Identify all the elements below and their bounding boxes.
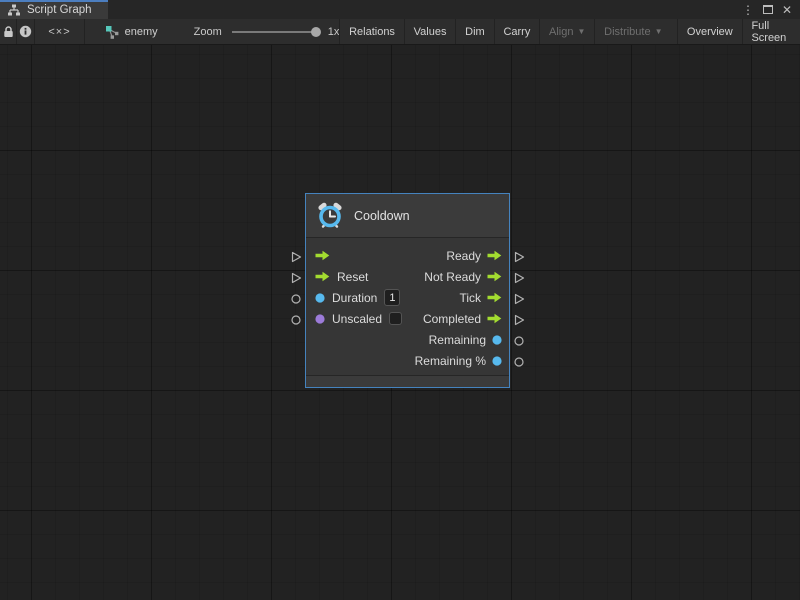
value-dot-icon (492, 356, 502, 366)
window-controls: ⋮ ✕ (742, 0, 800, 19)
graph-canvas[interactable]: Cooldown Ready Reset (0, 45, 800, 600)
port-duration[interactable]: Duration 1 (315, 289, 400, 306)
port-remaining[interactable]: Remaining (429, 333, 502, 347)
port-row: Remaining (306, 329, 509, 350)
ext-flow-port-enter[interactable] (290, 251, 302, 263)
node-body: Ready Reset Not Ready (306, 238, 509, 375)
graph-nodes-icon (105, 25, 119, 39)
port-tick[interactable]: Tick (459, 291, 502, 305)
port-label: Remaining (429, 333, 486, 347)
cooldown-node[interactable]: Cooldown Ready Reset (305, 193, 510, 388)
zoom-label: Zoom (194, 26, 222, 38)
port-completed[interactable]: Completed (423, 312, 502, 326)
flow-arrow-icon (315, 250, 330, 261)
port-enter[interactable] (315, 250, 337, 261)
port-label: Duration (332, 291, 377, 305)
port-row: Remaining % (306, 350, 509, 371)
alarm-clock-icon (315, 201, 345, 231)
port-unscaled[interactable]: Unscaled (315, 312, 402, 326)
chevron-down-icon: ▼ (578, 28, 586, 36)
button-label: Full Screen (751, 20, 791, 44)
port-label: Remaining % (415, 354, 486, 368)
ext-value-port-remaining-percent[interactable] (513, 356, 525, 368)
flow-arrow-icon (487, 271, 502, 282)
active-tab-accent (0, 0, 108, 2)
port-reset[interactable]: Reset (315, 270, 368, 284)
lock-button[interactable] (0, 19, 16, 44)
duration-input[interactable]: 1 (384, 289, 400, 306)
port-label: Ready (446, 249, 481, 263)
flow-arrow-icon (487, 250, 502, 261)
button-label: Carry (503, 26, 530, 38)
flow-arrow-icon (487, 292, 502, 303)
value-dot-icon (315, 314, 325, 324)
node-header[interactable]: Cooldown (306, 194, 509, 238)
port-row: Unscaled Completed (306, 308, 509, 329)
value-dot-icon (492, 335, 502, 345)
close-icon[interactable]: ✕ (782, 4, 792, 16)
port-label: Completed (423, 312, 481, 326)
button-label: Values (414, 26, 447, 38)
tab-bar: Script Graph ⋮ ✕ (0, 0, 800, 19)
values-button[interactable]: Values (405, 19, 456, 44)
ext-flow-port-ready[interactable] (513, 251, 525, 263)
port-row: Ready (306, 245, 509, 266)
port-label: Unscaled (332, 312, 382, 326)
breadcrumb-label: enemy (125, 26, 158, 38)
ext-value-port-remaining[interactable] (513, 335, 525, 347)
port-not-ready[interactable]: Not Ready (424, 270, 502, 284)
zoom-value: 1x (328, 26, 340, 38)
port-row: Reset Not Ready (306, 266, 509, 287)
port-label: Not Ready (424, 270, 481, 284)
zoom-slider[interactable] (232, 31, 316, 33)
tab-script-graph[interactable]: Script Graph (0, 0, 108, 19)
tab-title: Script Graph (27, 4, 92, 16)
zoom-control: Zoom 1x (194, 19, 340, 44)
button-label: Relations (349, 26, 395, 38)
info-icon (19, 25, 32, 38)
button-label: Overview (687, 26, 733, 38)
graph-icon (7, 3, 21, 17)
ext-flow-port-completed[interactable] (513, 314, 525, 326)
ext-flow-port-reset[interactable] (290, 272, 302, 284)
dim-button[interactable]: Dim (456, 19, 494, 44)
port-label: Tick (459, 291, 481, 305)
ext-flow-port-tick[interactable] (513, 293, 525, 305)
port-ready[interactable]: Ready (446, 249, 502, 263)
chevron-down-icon: ▼ (655, 28, 663, 36)
script-graph-window: Script Graph ⋮ ✕ <×> (0, 0, 800, 600)
window-menu-icon[interactable]: ⋮ (742, 4, 754, 16)
ext-value-port-unscaled[interactable] (290, 314, 302, 326)
distribute-button: Distribute ▼ (595, 19, 671, 44)
carry-button[interactable]: Carry (494, 19, 539, 44)
toolbar-buttons: Relations Values Dim Carry Align ▼ Distr… (339, 19, 800, 44)
info-button[interactable] (17, 19, 34, 44)
port-row: Duration 1 Tick (306, 287, 509, 308)
full-screen-button[interactable]: Full Screen (742, 19, 800, 44)
toolbar-separator (84, 19, 85, 44)
button-label: Distribute (604, 26, 650, 38)
align-button: Align ▼ (540, 19, 594, 44)
lock-icon (2, 25, 15, 39)
overview-button[interactable]: Overview (678, 19, 742, 44)
value-dot-icon (315, 293, 325, 303)
code-icon: <×> (48, 26, 70, 38)
port-remaining-percent[interactable]: Remaining % (415, 354, 502, 368)
port-label: Reset (337, 270, 368, 284)
relations-button[interactable]: Relations (340, 19, 404, 44)
code-button[interactable]: <×> (35, 19, 84, 44)
ext-value-port-duration[interactable] (290, 293, 302, 305)
flow-arrow-icon (315, 271, 330, 282)
breadcrumb[interactable]: enemy (105, 19, 158, 44)
maximize-icon[interactable] (763, 5, 773, 14)
flow-arrow-icon (487, 313, 502, 324)
unscaled-checkbox[interactable] (389, 312, 402, 325)
node-title: Cooldown (354, 209, 410, 223)
node-footer (306, 375, 509, 387)
button-label: Dim (465, 26, 485, 38)
zoom-slider-handle[interactable] (311, 27, 321, 37)
graph-toolbar: <×> enemy Zoom 1x Relations Values (0, 19, 800, 45)
button-label: Align (549, 26, 573, 38)
ext-flow-port-not-ready[interactable] (513, 272, 525, 284)
